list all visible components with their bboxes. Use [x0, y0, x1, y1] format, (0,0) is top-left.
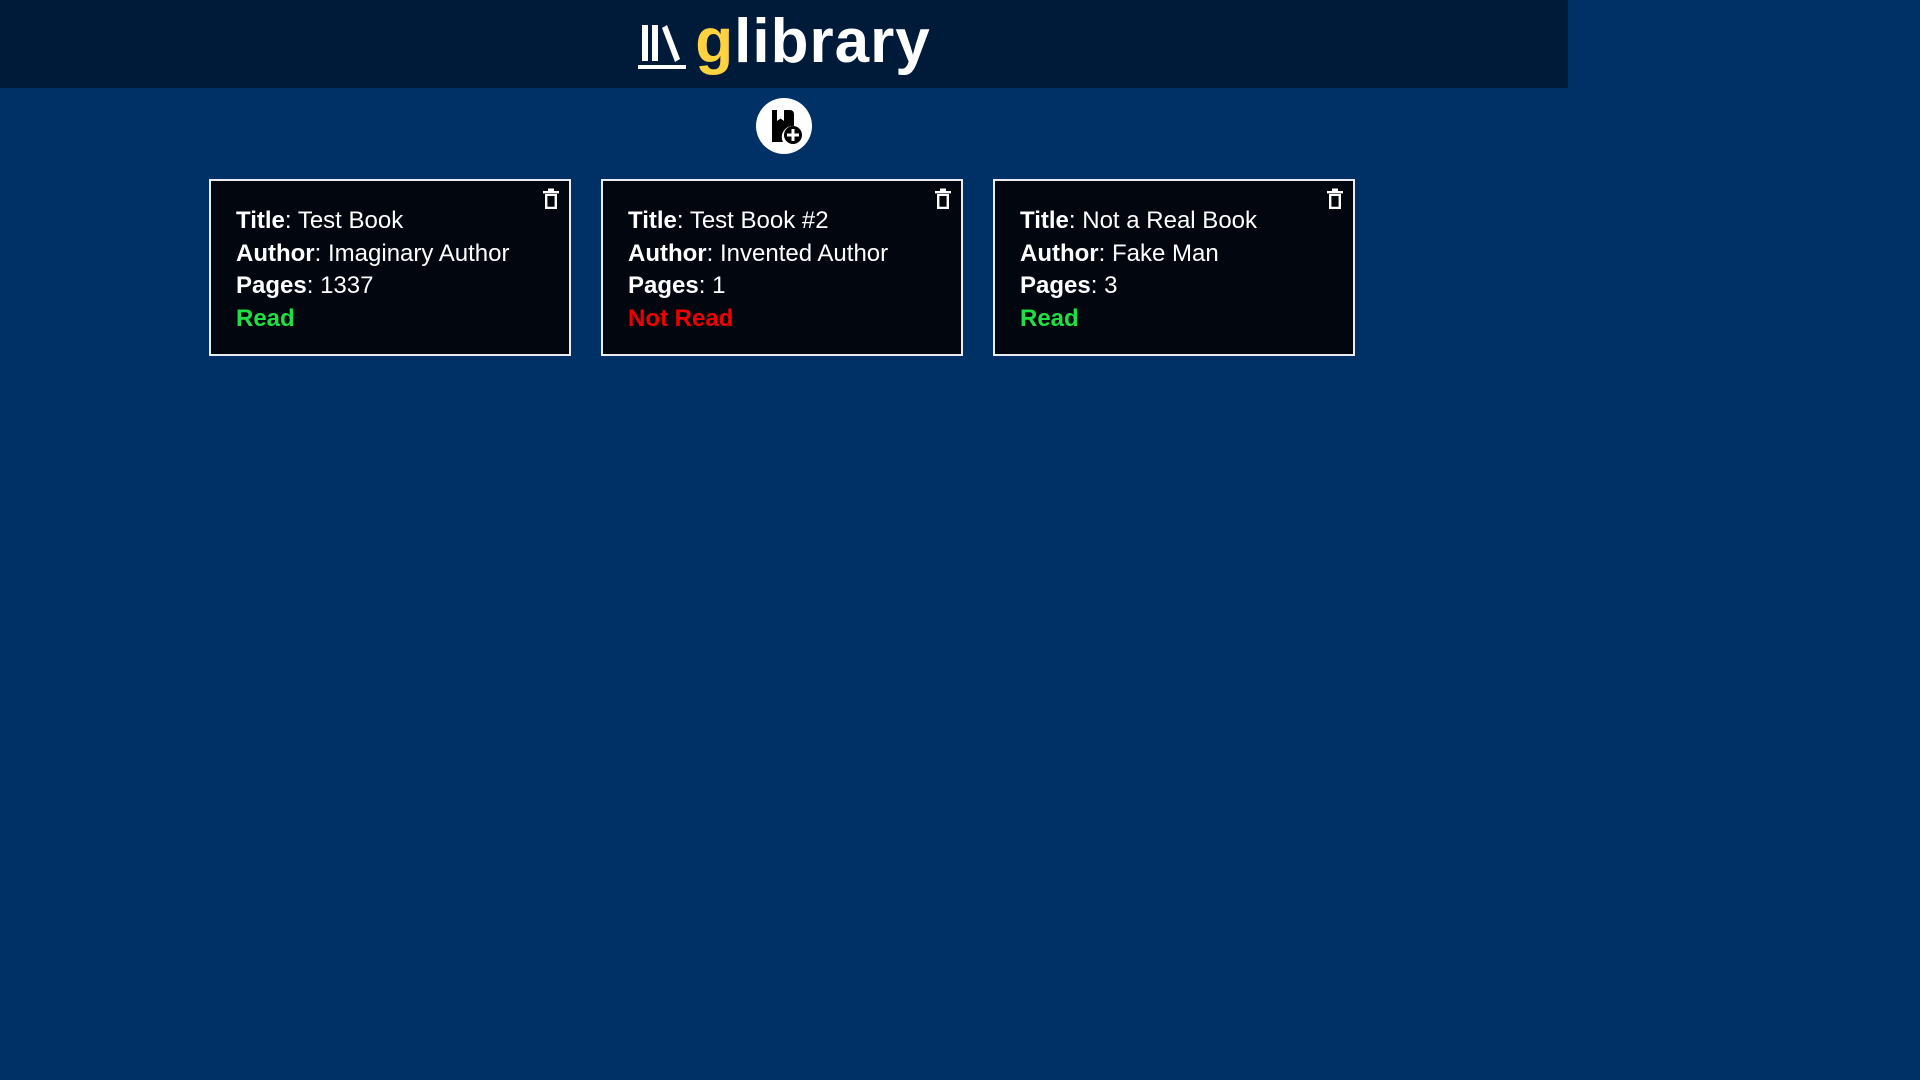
book-author-row: Author: Fake Man — [1020, 238, 1257, 271]
book-author-row: Author: Imaginary Author — [236, 238, 509, 271]
book-card: Title: Test Book Author: Imaginary Author… — [209, 179, 571, 356]
book-title: Test Book — [297, 207, 404, 234]
book-title-label: Title — [628, 207, 677, 234]
book-author-row: Author: Invented Author — [628, 238, 888, 271]
field-separator: : — [1098, 239, 1112, 267]
trash-icon — [935, 188, 951, 209]
book-author-label: Author — [628, 239, 707, 267]
book-details: Title: Test Book #2 Author: Invented Auth… — [628, 205, 888, 335]
delete-book-button[interactable] — [932, 186, 954, 212]
book-card: Title: Not a Real Book Author: Fake Man Pa… — [993, 179, 1355, 356]
trash-icon — [543, 188, 559, 209]
field-separator: : — [698, 272, 713, 299]
delete-book-button[interactable] — [540, 186, 562, 212]
book-author: Imaginary Author — [328, 239, 510, 267]
book-title-row: Title: Test Book #2 — [628, 205, 888, 238]
book-author-label: Author — [1020, 239, 1099, 267]
read-status-toggle[interactable]: Not Read — [628, 303, 888, 336]
book-author-label: Author — [236, 239, 315, 267]
book-pages-row: Pages: 1 — [628, 270, 888, 303]
delete-book-button[interactable] — [1324, 186, 1346, 212]
book-title-label: Title — [1020, 207, 1069, 234]
add-book-button[interactable] — [756, 98, 812, 154]
book-title: Test Book #2 — [689, 207, 829, 234]
book-title-row: Title: Not a Real Book — [1020, 205, 1257, 238]
book-card: Title: Test Book #2 Author: Invented Auth… — [601, 179, 963, 356]
books-icon — [638, 25, 687, 69]
book-pages-row: Pages: 1337 — [236, 270, 509, 303]
book-pages: 1337 — [320, 272, 374, 299]
add-book-icon — [772, 110, 802, 144]
book-details: Title: Not a Real Book Author: Fake Man Pa… — [1020, 205, 1257, 335]
app-logo: glibrary — [0, 0, 1568, 88]
book-title-label: Title — [236, 207, 285, 234]
book-pages-row: Pages: 3 — [1020, 270, 1257, 303]
field-separator: : — [1068, 207, 1083, 234]
book-author: Fake Man — [1112, 239, 1219, 267]
book-pages-label: Pages — [628, 272, 699, 299]
book-author: Invented Author — [720, 239, 889, 267]
field-separator: : — [1090, 272, 1105, 299]
field-separator: : — [706, 239, 720, 267]
app-name-accent: g — [695, 7, 735, 76]
field-separator: : — [284, 207, 298, 234]
book-details: Title: Test Book Author: Imaginary Author… — [236, 205, 509, 335]
app-name: glibrary — [695, 11, 930, 73]
read-status-toggle[interactable]: Read — [236, 303, 509, 336]
book-pages-label: Pages — [236, 272, 307, 299]
app-name-rest: library — [734, 7, 931, 76]
book-pages: 1 — [712, 272, 726, 299]
book-title: Not a Real Book — [1082, 207, 1258, 234]
field-separator: : — [306, 272, 321, 299]
book-title-row: Title: Test Book — [236, 205, 509, 238]
book-pages-label: Pages — [1020, 272, 1091, 299]
trash-icon — [1327, 188, 1343, 209]
book-pages: 3 — [1104, 272, 1118, 299]
field-separator: : — [314, 239, 328, 267]
read-status-toggle[interactable]: Read — [1020, 303, 1257, 336]
field-separator: : — [676, 207, 690, 234]
